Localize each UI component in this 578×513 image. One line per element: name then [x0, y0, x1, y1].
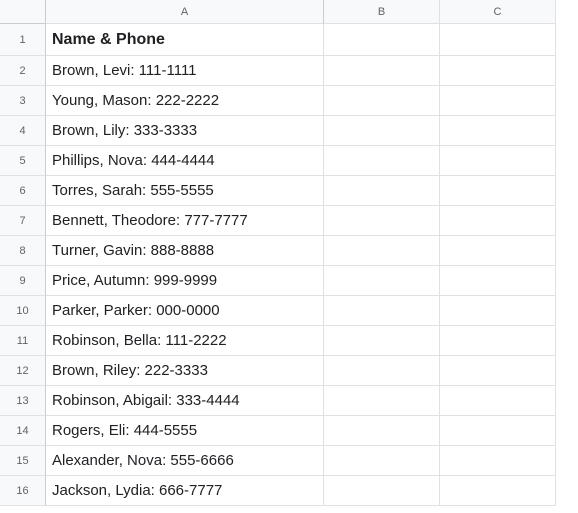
cell[interactable]: [440, 176, 556, 206]
cell[interactable]: [324, 116, 440, 146]
cell[interactable]: Robinson, Bella: 111-2222: [46, 326, 324, 356]
cell[interactable]: [440, 266, 556, 296]
cell[interactable]: [324, 386, 440, 416]
cell[interactable]: [440, 56, 556, 86]
cell[interactable]: [440, 326, 556, 356]
row-header[interactable]: 15: [0, 446, 46, 476]
row-header[interactable]: 6: [0, 176, 46, 206]
row-header[interactable]: 13: [0, 386, 46, 416]
cell[interactable]: [440, 236, 556, 266]
row-header[interactable]: 5: [0, 146, 46, 176]
row-header[interactable]: 12: [0, 356, 46, 386]
row-header[interactable]: 1: [0, 24, 46, 56]
cell[interactable]: [324, 146, 440, 176]
row-header[interactable]: 14: [0, 416, 46, 446]
cell[interactable]: Brown, Levi: 111-1111: [46, 56, 324, 86]
cell[interactable]: [440, 116, 556, 146]
cell[interactable]: [440, 206, 556, 236]
row-header[interactable]: 8: [0, 236, 46, 266]
row-header[interactable]: 9: [0, 266, 46, 296]
cell[interactable]: Robinson, Abigail: 333-4444: [46, 386, 324, 416]
cell[interactable]: Bennett, Theodore: 777-7777: [46, 206, 324, 236]
cell[interactable]: Torres, Sarah: 555-5555: [46, 176, 324, 206]
cell[interactable]: [324, 446, 440, 476]
row-header[interactable]: 4: [0, 116, 46, 146]
cell[interactable]: [440, 86, 556, 116]
cell[interactable]: [440, 146, 556, 176]
cell[interactable]: [324, 356, 440, 386]
cell[interactable]: Brown, Lily: 333-3333: [46, 116, 324, 146]
select-all-corner[interactable]: [0, 0, 46, 24]
cell-a1[interactable]: Name & Phone: [46, 24, 324, 56]
spreadsheet-grid[interactable]: A B C 1 Name & Phone 2 Brown, Levi: 111-…: [0, 0, 578, 506]
cell[interactable]: [324, 416, 440, 446]
cell[interactable]: [324, 236, 440, 266]
row-header[interactable]: 16: [0, 476, 46, 506]
cell-b1[interactable]: [324, 24, 440, 56]
cell[interactable]: [324, 296, 440, 326]
cell[interactable]: Rogers, Eli: 444-5555: [46, 416, 324, 446]
cell[interactable]: Brown, Riley: 222-3333: [46, 356, 324, 386]
cell[interactable]: Turner, Gavin: 888-8888: [46, 236, 324, 266]
cell[interactable]: Young, Mason: 222-2222: [46, 86, 324, 116]
cell[interactable]: [440, 446, 556, 476]
cell[interactable]: Phillips, Nova: 444-4444: [46, 146, 324, 176]
cell[interactable]: [440, 386, 556, 416]
row-header[interactable]: 2: [0, 56, 46, 86]
cell[interactable]: [324, 476, 440, 506]
column-header-a[interactable]: A: [46, 0, 324, 24]
cell[interactable]: Parker, Parker: 000-0000: [46, 296, 324, 326]
row-header[interactable]: 11: [0, 326, 46, 356]
cell[interactable]: Alexander, Nova: 555-6666: [46, 446, 324, 476]
row-header[interactable]: 10: [0, 296, 46, 326]
cell[interactable]: [324, 86, 440, 116]
row-header[interactable]: 3: [0, 86, 46, 116]
cell[interactable]: [324, 56, 440, 86]
cell[interactable]: [440, 356, 556, 386]
cell[interactable]: [324, 266, 440, 296]
cell[interactable]: [324, 206, 440, 236]
cell[interactable]: [440, 476, 556, 506]
column-header-b[interactable]: B: [324, 0, 440, 24]
cell[interactable]: Price, Autumn: 999-9999: [46, 266, 324, 296]
cell[interactable]: [440, 296, 556, 326]
column-header-c[interactable]: C: [440, 0, 556, 24]
cell-c1[interactable]: [440, 24, 556, 56]
cell[interactable]: [440, 416, 556, 446]
cell[interactable]: [324, 176, 440, 206]
row-header[interactable]: 7: [0, 206, 46, 236]
cell[interactable]: Jackson, Lydia: 666-7777: [46, 476, 324, 506]
cell[interactable]: [324, 326, 440, 356]
